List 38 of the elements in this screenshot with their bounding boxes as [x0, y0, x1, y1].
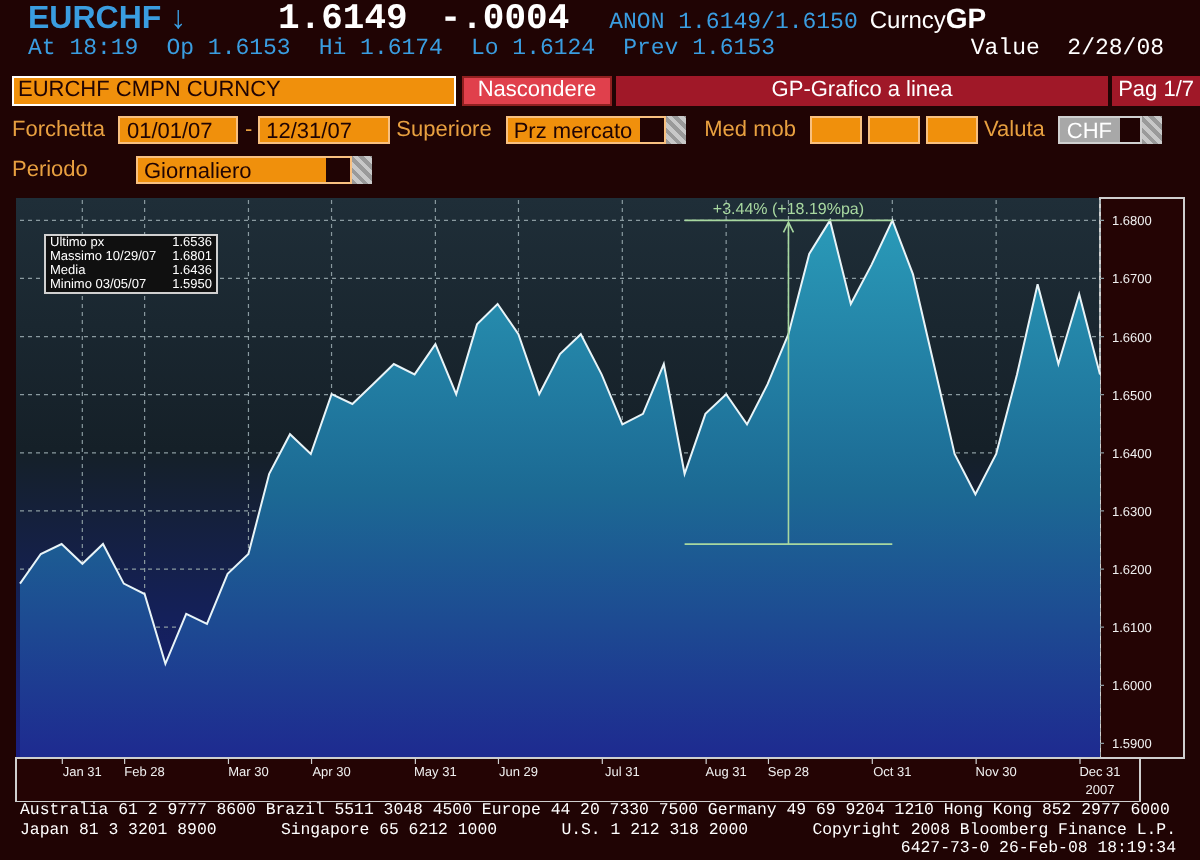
upper-dropdown[interactable]: Prz mercato	[505, 115, 667, 143]
page-indicator: Pag 1/7	[1112, 76, 1200, 106]
footer-text: 6427-73-0 26-Feb-08 18:19:34	[900, 840, 1176, 859]
moving-average-field[interactable]	[868, 115, 920, 143]
dropdown-button[interactable]	[352, 155, 372, 183]
quote-stat: Prev 1.6153	[623, 36, 776, 62]
last-price: 1.6149	[278, 0, 408, 40]
upper-label: Superiore	[396, 117, 492, 141]
footer-text: Copyright 2008 Bloomberg Finance L.P.	[812, 821, 1176, 840]
start-date-field[interactable]: 01/01/07	[118, 115, 239, 143]
quote-stat: Op 1.6153	[166, 36, 291, 62]
range-separator: -	[244, 117, 253, 141]
moving-average-field[interactable]	[810, 115, 862, 143]
moving-average-label: Med mob	[704, 117, 796, 141]
quote-stat: At 18:19	[28, 36, 139, 62]
function-title: GP-Grafico a linea	[616, 76, 1109, 106]
currency-label: Valuta	[984, 117, 1045, 141]
quote-stat: Hi 1.6174	[318, 36, 443, 62]
end-date-field[interactable]: 12/31/07	[258, 115, 391, 143]
change-annotation: +3.44% (+18.19%pa)	[712, 200, 865, 219]
market-sector: CurncyGP	[869, 2, 987, 34]
dropdown-button[interactable]	[666, 115, 687, 143]
ticker-symbol: EURCHF ↓	[28, 2, 189, 38]
hide-button[interactable]: Nascondere	[462, 76, 612, 106]
range-label: Forchetta	[12, 117, 105, 141]
footer-text: Japan 81 3 3201 8900	[20, 821, 217, 840]
price-change: -.0004	[439, 0, 570, 40]
period-label: Periodo	[12, 157, 90, 181]
footer-text: U.S. 1 212 318 2000	[561, 821, 749, 840]
dropdown-button[interactable]	[1141, 115, 1162, 143]
footer-text: Australia 61 2 9777 8600 Brazil 5511 3048 4500 Europe 44 20 7330 7500 Germany 49 69 9204 1210 Hong Kong 852 2977 6000	[20, 802, 1170, 821]
period-dropdown[interactable]: Giornaliero	[136, 155, 352, 183]
footer-text: Singapore 65 6212 1000	[280, 821, 498, 840]
security-field[interactable]: EURCHF CMPN CURNCY	[12, 76, 456, 106]
value-date: Value 2/28/08	[970, 36, 1164, 62]
moving-average-field[interactable]	[926, 115, 978, 143]
price-source: ANON 1.6149/1.6150	[609, 10, 858, 36]
quote-stat: Lo 1.6124	[470, 36, 596, 62]
